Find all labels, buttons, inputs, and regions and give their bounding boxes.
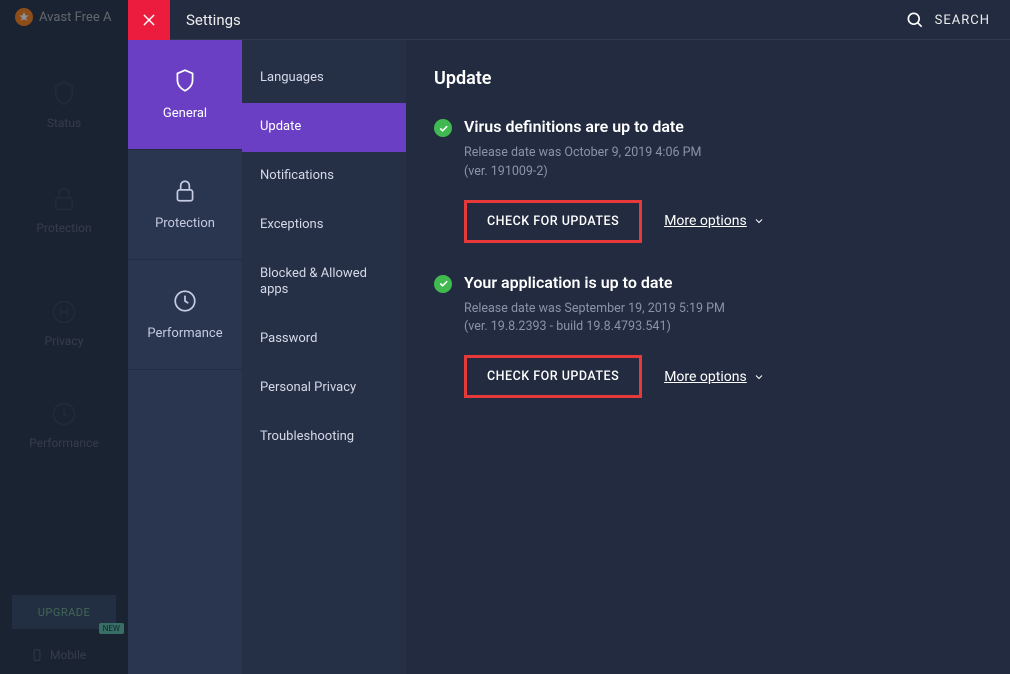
main-nav-protection: Protection	[0, 185, 128, 235]
nav1-protection[interactable]: Protection	[128, 150, 242, 260]
nav1-performance[interactable]: Performance	[128, 260, 242, 370]
main-sidebar-dimmed: Avast Free A Status Protection Privacy P…	[0, 0, 128, 674]
virus-status-title: Virus definitions are up to date	[464, 117, 982, 136]
app-more-options[interactable]: More options	[664, 369, 765, 385]
nav2-exceptions[interactable]: Exceptions	[242, 201, 406, 250]
main-nav-privacy: Privacy	[0, 298, 128, 348]
nav2-update[interactable]: Update	[242, 103, 406, 152]
app-status-title: Your application is up to date	[464, 273, 982, 292]
app-logo: Avast Free A	[15, 8, 111, 26]
search-icon	[905, 10, 925, 30]
search-button[interactable]: SEARCH	[905, 10, 990, 30]
nav2-password[interactable]: Password	[242, 315, 406, 364]
main-nav-performance: Performance	[0, 400, 128, 450]
avast-logo-icon	[15, 8, 33, 26]
check-icon	[434, 119, 452, 137]
nav2-troubleshooting[interactable]: Troubleshooting	[242, 413, 406, 462]
virus-status-meta: Release date was October 9, 2019 4:06 PM…	[464, 144, 982, 182]
settings-content: Update Virus definitions are up to date …	[406, 40, 1010, 674]
settings-secondary-nav: Languages Update Notifications Exception…	[242, 40, 406, 674]
chevron-down-icon	[753, 371, 765, 383]
check-icon	[434, 275, 452, 293]
app-status-meta: Release date was September 19, 2019 5:19…	[464, 300, 982, 338]
virus-more-options[interactable]: More options	[664, 213, 765, 229]
lock-icon	[172, 178, 198, 204]
nav2-languages[interactable]: Languages	[242, 54, 406, 103]
app-name-label: Avast Free A	[39, 10, 111, 25]
page-heading: Update	[434, 68, 982, 89]
new-badge: NEW	[99, 623, 124, 634]
nav2-notifications[interactable]: Notifications	[242, 152, 406, 201]
gauge-icon	[172, 288, 198, 314]
close-button[interactable]	[128, 0, 170, 40]
settings-primary-nav: General Protection Performance	[128, 40, 242, 674]
settings-topbar: Settings SEARCH	[128, 0, 1010, 40]
settings-panel: Settings SEARCH General Protection P	[128, 0, 1010, 674]
check-app-updates-button[interactable]: CHECK FOR UPDATES	[464, 355, 642, 398]
nav1-general[interactable]: General	[128, 40, 242, 150]
application-section: Your application is up to date Release d…	[434, 273, 982, 399]
shield-icon	[172, 68, 198, 94]
main-nav-status: Status	[0, 80, 128, 130]
nav2-blocked-allowed[interactable]: Blocked & Allowed apps	[242, 250, 406, 316]
close-icon	[141, 12, 157, 28]
check-virus-updates-button[interactable]: CHECK FOR UPDATES	[464, 200, 642, 243]
mobile-link[interactable]: Mobile	[30, 648, 86, 662]
virus-definitions-section: Virus definitions are up to date Release…	[434, 117, 982, 243]
nav2-personal-privacy[interactable]: Personal Privacy	[242, 364, 406, 413]
settings-title: Settings	[186, 11, 241, 29]
chevron-down-icon	[753, 215, 765, 227]
